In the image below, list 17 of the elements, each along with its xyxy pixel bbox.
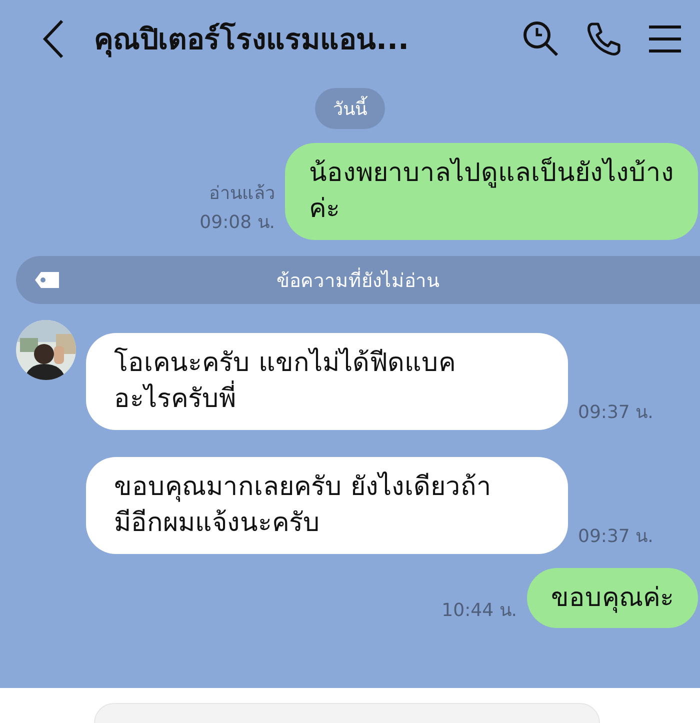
date-label: วันนี้: [315, 88, 385, 129]
message-time: 09:08 น.: [200, 210, 275, 235]
chat-title: คุณปิเตอร์โรงแรมแอน...: [94, 21, 410, 60]
unread-label: ข้อความที่ยังไม่อ่าน: [276, 266, 440, 294]
menu-icon[interactable]: [648, 24, 682, 54]
received-message: โอเคนะครับ แขกไม่ได้ฟีดแบค อะไรครับพี่: [86, 333, 568, 430]
read-status: อ่านแล้ว: [209, 182, 275, 206]
sent-message: น้องพยาบาลไปดูแลเป็นยังไงบ้าง ค่ะ: [285, 143, 698, 240]
message-time: 10:44 น.: [442, 599, 517, 624]
tag-icon: [34, 270, 60, 289]
back-icon[interactable]: [42, 19, 64, 59]
search-icon[interactable]: [522, 20, 560, 58]
message-time: 09:37 น.: [578, 524, 654, 549]
received-message: ขอบคุณมากเลยครับ ยังไงเดียวถ้า มีอีกผมแจ้งนะครับ: [86, 457, 568, 554]
phone-icon[interactable]: [586, 21, 622, 57]
message-time: 09:37 น.: [578, 400, 654, 425]
sent-message: ขอบคุณค่ะ: [527, 568, 698, 628]
